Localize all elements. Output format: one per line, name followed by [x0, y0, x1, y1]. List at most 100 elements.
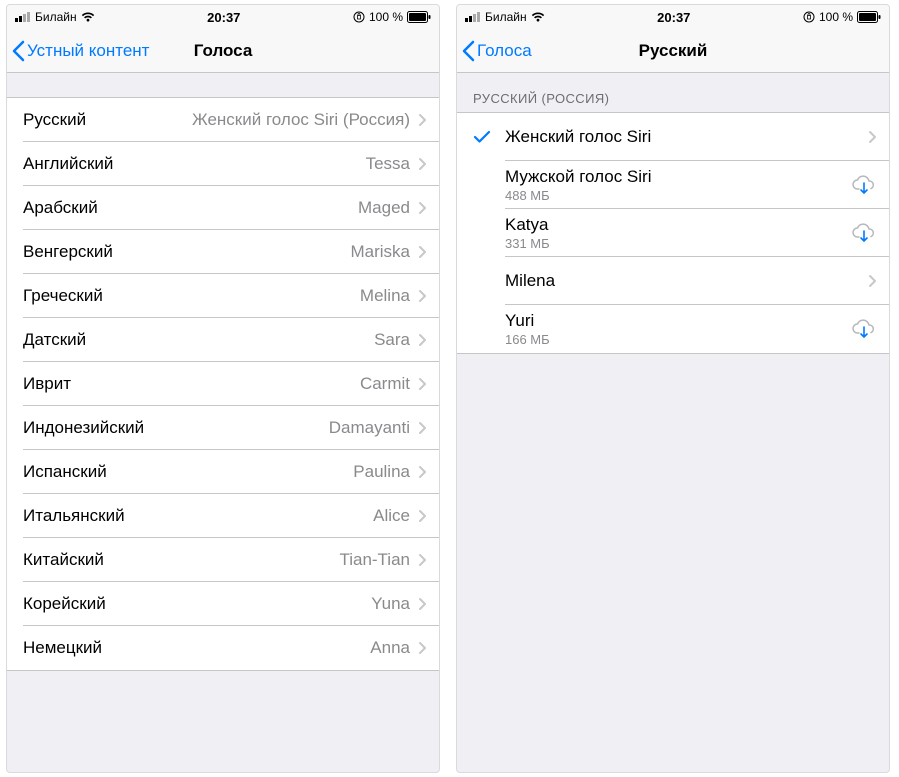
chevron-right-icon [418, 641, 427, 655]
language-row[interactable]: Немецкий Anna [7, 626, 439, 670]
chevron-right-icon [418, 465, 427, 479]
wifi-icon [81, 12, 95, 22]
cloud-download-icon [851, 223, 877, 243]
back-label: Устный контент [27, 41, 149, 61]
voice-size: 331 МБ [505, 236, 851, 251]
battery-icon [857, 11, 881, 23]
clock: 20:37 [207, 10, 240, 25]
signal-icon [465, 12, 481, 22]
language-row[interactable]: Венгерский Mariska [7, 230, 439, 274]
battery-percent: 100 % [819, 10, 853, 24]
nav-bar: Голоса Русский [457, 29, 889, 73]
voice-list: Женский голос Siri Мужской голос Siri488 … [457, 112, 889, 354]
language-value: Tian-Tian [339, 550, 410, 570]
language-row[interactable]: Итальянский Alice [7, 494, 439, 538]
language-list: Русский Женский голос Siri (Россия) Англий… [7, 97, 439, 671]
selection-indicator [473, 130, 505, 144]
language-value: Damayanti [329, 418, 410, 438]
chevron-right-icon [868, 130, 877, 144]
language-row[interactable]: ДатскийSara [7, 318, 439, 362]
orientation-lock-icon [353, 11, 365, 23]
phone-right: Билайн 20:37 100 % Голоса Русс [456, 4, 890, 773]
language-value: Paulina [353, 462, 410, 482]
voice-name: Milena [505, 271, 868, 291]
language-value: Женский голос Siri (Россия) [192, 110, 410, 130]
chevron-right-icon [868, 274, 877, 288]
language-row[interactable]: Греческий Melina [7, 274, 439, 318]
back-button[interactable]: Устный контент [7, 40, 149, 62]
status-bar: Билайн 20:37 100 % [457, 5, 889, 29]
language-value: Melina [360, 286, 410, 306]
chevron-right-icon [418, 201, 427, 215]
status-bar: Билайн 20:37 100 % [7, 5, 439, 29]
language-value: Carmit [360, 374, 410, 394]
voice-row[interactable]: Мужской голос Siri488 МБ [457, 161, 889, 209]
language-label: Итальянский [23, 506, 125, 526]
download-button[interactable] [851, 319, 877, 339]
language-row[interactable]: Английский Tessa [7, 142, 439, 186]
language-value: Mariska [350, 242, 410, 262]
voice-row[interactable]: Женский голос Siri [457, 113, 889, 161]
back-button[interactable]: Голоса [457, 40, 532, 62]
wifi-icon [531, 12, 545, 22]
language-value: Alice [373, 506, 410, 526]
voice-row[interactable]: Katya331 МБ [457, 209, 889, 257]
voice-name: Женский голос Siri [505, 127, 868, 147]
clock: 20:37 [657, 10, 690, 25]
checkmark-icon [473, 130, 491, 144]
language-row[interactable]: Испанский Paulina [7, 450, 439, 494]
language-label: Датский [23, 330, 86, 350]
language-row[interactable]: Арабский Maged [7, 186, 439, 230]
language-row[interactable]: Индонезийский Damayanti [7, 406, 439, 450]
chevron-right-icon [418, 553, 427, 567]
language-value: Tessa [366, 154, 410, 174]
language-row[interactable]: Иврит Carmit [7, 362, 439, 406]
chevron-right-icon [418, 333, 427, 347]
chevron-right-icon [418, 377, 427, 391]
cloud-download-icon [851, 319, 877, 339]
chevron-left-icon [461, 40, 475, 62]
orientation-lock-icon [803, 11, 815, 23]
language-row[interactable]: Китайский Tian-Tian [7, 538, 439, 582]
download-button[interactable] [851, 223, 877, 243]
voice-row[interactable]: Yuri166 МБ [457, 305, 889, 353]
language-row[interactable]: Корейский Yuna [7, 582, 439, 626]
language-label: Китайский [23, 550, 104, 570]
language-value: Anna [370, 638, 410, 658]
voice-name: Katya [505, 215, 851, 235]
chevron-right-icon [418, 157, 427, 171]
voice-size: 166 МБ [505, 332, 851, 347]
language-value: Maged [358, 198, 410, 218]
chevron-right-icon [418, 289, 427, 303]
phone-left: Билайн 20:37 100 % Устный контент [6, 4, 440, 773]
language-label: Арабский [23, 198, 98, 218]
language-label: Корейский [23, 594, 106, 614]
language-label: Русский [23, 110, 86, 130]
language-label: Иврит [23, 374, 71, 394]
chevron-right-icon [418, 421, 427, 435]
language-label: Немецкий [23, 638, 102, 658]
language-value: Yuna [371, 594, 410, 614]
nav-bar: Устный контент Голоса [7, 29, 439, 73]
voice-size: 488 МБ [505, 188, 851, 203]
signal-icon [15, 12, 31, 22]
language-label: Испанский [23, 462, 107, 482]
language-label: Индонезийский [23, 418, 144, 438]
carrier-label: Билайн [485, 10, 527, 24]
language-label: Венгерский [23, 242, 113, 262]
battery-percent: 100 % [369, 10, 403, 24]
battery-icon [407, 11, 431, 23]
language-row[interactable]: Русский Женский голос Siri (Россия) [7, 98, 439, 142]
cloud-download-icon [851, 175, 877, 195]
voice-row[interactable]: Milena [457, 257, 889, 305]
section-header: РУССКИЙ (РОССИЯ) [457, 73, 889, 112]
download-button[interactable] [851, 175, 877, 195]
chevron-right-icon [418, 509, 427, 523]
back-label: Голоса [477, 41, 532, 61]
chevron-right-icon [418, 597, 427, 611]
language-label: Греческий [23, 286, 103, 306]
language-label: Английский [23, 154, 113, 174]
voice-name: Yuri [505, 311, 851, 331]
chevron-left-icon [11, 40, 25, 62]
carrier-label: Билайн [35, 10, 77, 24]
